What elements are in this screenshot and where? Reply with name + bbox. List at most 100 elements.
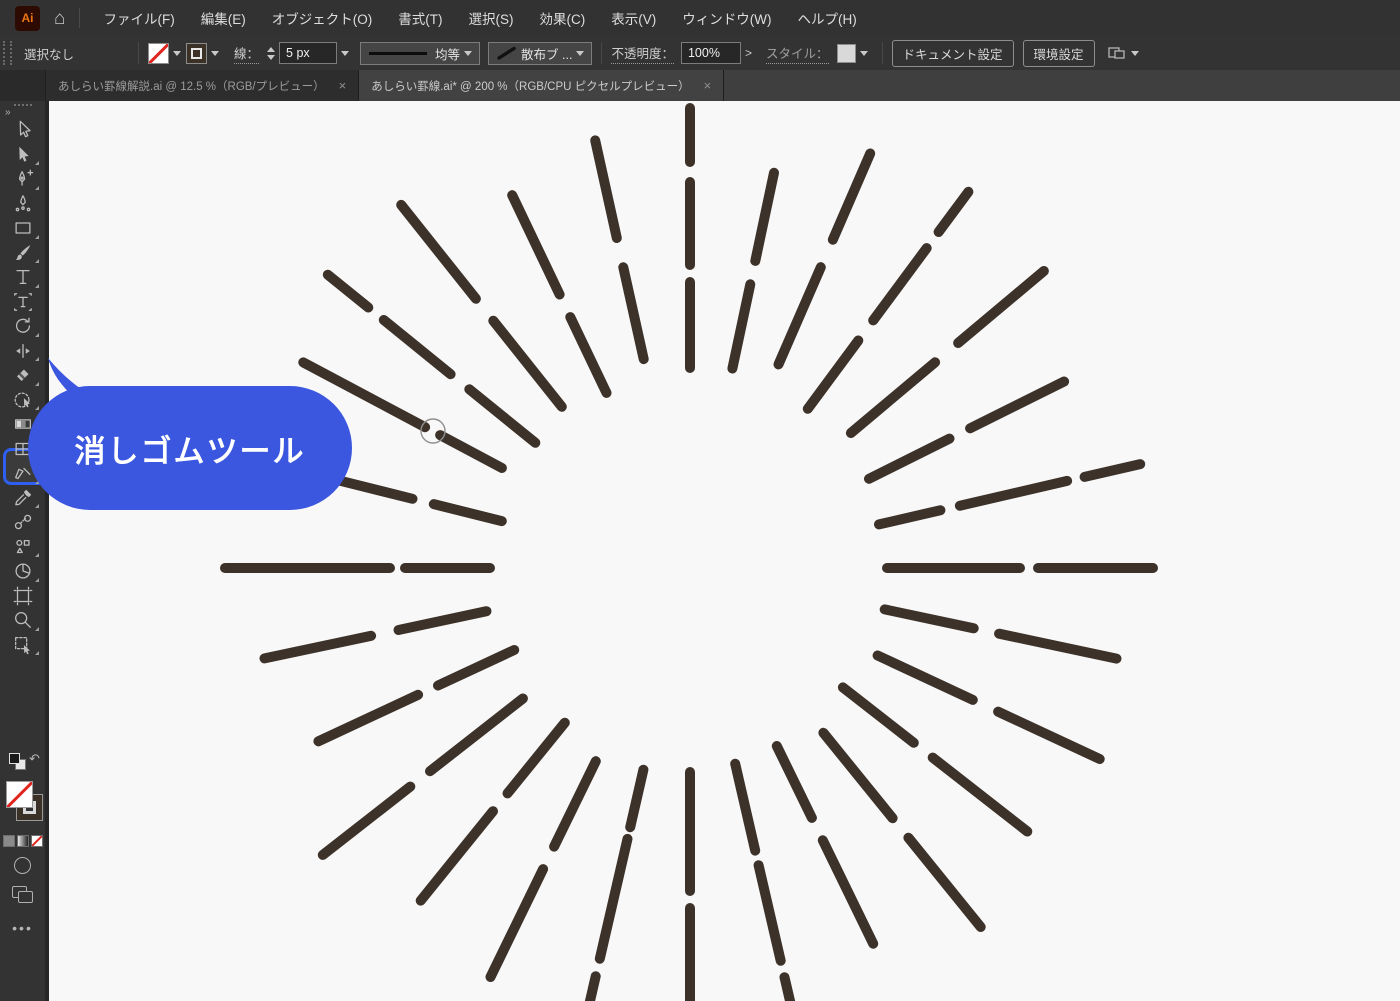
dash-segment (554, 761, 596, 846)
slice-tool[interactable] (0, 633, 45, 658)
dash-segment (885, 609, 974, 628)
preferences-button[interactable]: 環境設定 (1023, 40, 1095, 67)
stroke-stepper[interactable] (267, 47, 275, 60)
document-tab-bar: あしらい罫線解説.ai @ 12.5 %（RGB/プレビュー）×あしらい罫線.a… (0, 70, 1400, 101)
artboard-tool[interactable] (0, 584, 45, 609)
tab-doc-1[interactable]: あしらい罫線解説.ai @ 12.5 %（RGB/プレビュー）× (46, 70, 359, 101)
menu-select[interactable]: 選択(S) (455, 0, 526, 36)
tab-close-icon[interactable]: × (704, 78, 712, 93)
chevron-down-icon[interactable] (860, 51, 868, 56)
chevron-down-icon (1131, 51, 1139, 56)
dash-segment (623, 267, 643, 359)
default-fill-stroke[interactable]: ↶ (0, 749, 45, 775)
dash-segment (588, 976, 595, 1001)
stroke-weight-label[interactable]: 線： (234, 43, 259, 64)
arrange-documents-icon[interactable] (1107, 45, 1144, 61)
fill-color-box[interactable] (6, 781, 33, 808)
control-bar-grip[interactable] (3, 41, 12, 65)
dash-segment (430, 699, 523, 772)
dash-segment (493, 321, 562, 407)
chevron-down-icon[interactable] (211, 51, 219, 56)
paintbrush-tool[interactable] (0, 241, 45, 266)
dash-segment (421, 811, 493, 900)
screen-mode-button[interactable] (12, 886, 34, 904)
sub-tools-indicator (35, 627, 39, 631)
swap-fill-stroke-icon[interactable]: ↶ (29, 751, 40, 767)
free-transform-icon (12, 389, 34, 411)
zoom-tool[interactable] (0, 608, 45, 633)
stroke-swatch[interactable] (186, 43, 207, 64)
eyedropper-tool[interactable] (0, 486, 45, 511)
document-canvas[interactable] (49, 101, 1400, 1001)
illustrator-logo[interactable]: Ai (15, 6, 40, 31)
dash-segment (595, 140, 617, 238)
width-icon (12, 340, 34, 362)
rectangle-tool[interactable] (0, 216, 45, 241)
dash-segment (469, 389, 535, 443)
menu-effect[interactable]: 効果(C) (526, 0, 598, 36)
brush-definition-select[interactable]: 散布ブ ... (488, 42, 592, 65)
illustrator-window: Ai ⌂ ファイル(F)編集(E)オブジェクト(O)書式(T)選択(S)効果(C… (0, 0, 1400, 1001)
type-tool[interactable] (0, 265, 45, 290)
dash-segment (999, 634, 1116, 659)
style-label[interactable]: スタイル： (766, 43, 829, 64)
sub-tools-indicator (35, 333, 39, 337)
menu-edit[interactable]: 編集(E) (188, 0, 259, 36)
chevron-down-icon[interactable] (173, 51, 181, 56)
width-profile-select[interactable]: 均等 (360, 42, 480, 65)
dash-segment (600, 839, 628, 959)
menu-file[interactable]: ファイル(F) (90, 0, 187, 36)
edit-toolbar-button[interactable]: ••• (0, 920, 45, 936)
opacity-expand-icon[interactable]: > (745, 46, 752, 60)
stroke-weight-field[interactable]: 5 px (279, 42, 337, 64)
dash-segment (759, 865, 781, 961)
opacity-label[interactable]: 不透明度： (611, 43, 674, 64)
dash-segment (732, 284, 750, 368)
dash-segment (508, 723, 565, 794)
dash-segment (265, 636, 372, 659)
blend-tool[interactable] (0, 510, 45, 535)
tab-doc-2[interactable]: あしらい罫線.ai* @ 200 %（RGB/CPU ピクセルプレビュー）× (359, 70, 724, 101)
menu-type[interactable]: 書式(T) (385, 0, 455, 36)
tab-bar-leading-space (0, 70, 46, 101)
drawing-mode-button[interactable] (14, 857, 31, 874)
dash-segment (808, 341, 859, 409)
document-setup-button[interactable]: ドキュメント設定 (892, 40, 1014, 67)
gradient-button[interactable] (17, 835, 29, 847)
dash-segment (755, 173, 774, 261)
pen-tool[interactable] (0, 167, 45, 192)
dash-segment (512, 195, 559, 294)
menu-divider (79, 8, 80, 28)
style-swatch[interactable] (837, 44, 856, 63)
curvature-tool[interactable] (0, 192, 45, 217)
fill-swatch-none[interactable] (148, 43, 169, 64)
home-icon[interactable]: ⌂ (54, 9, 65, 28)
zoom-icon (12, 609, 34, 631)
chevron-down-icon[interactable] (341, 51, 349, 56)
rotate-tool[interactable] (0, 314, 45, 339)
symbol-sprayer-tool[interactable] (0, 535, 45, 560)
selection-tool[interactable] (0, 118, 45, 143)
toolbar-bottom-cluster: ↶ ••• (0, 749, 45, 936)
fill-stroke-indicator (0, 781, 45, 829)
divider (601, 42, 602, 64)
direct-selection-tool[interactable] (0, 143, 45, 168)
tab-close-icon[interactable]: × (339, 78, 347, 93)
dash-segment (777, 746, 812, 818)
opacity-field[interactable]: 100% (681, 42, 741, 64)
uniform-profile-icon (369, 52, 427, 55)
dash-segment (939, 192, 969, 232)
dash-segment (384, 320, 451, 374)
touch-type-tool[interactable] (0, 290, 45, 315)
menu-window[interactable]: ウィンドウ(W) (669, 0, 784, 36)
graph-tool[interactable] (0, 559, 45, 584)
dash-segment (318, 695, 418, 742)
expand-toolbar-icon[interactable]: » (5, 108, 45, 118)
none-button[interactable] (31, 835, 43, 847)
menu-help[interactable]: ヘルプ(H) (784, 0, 869, 36)
menu-view[interactable]: 表示(V) (598, 0, 669, 36)
menu-object[interactable]: オブジェクト(O) (259, 0, 386, 36)
symbol-icon (12, 536, 34, 558)
color-button[interactable] (3, 835, 15, 847)
none-slash-icon (148, 43, 169, 64)
